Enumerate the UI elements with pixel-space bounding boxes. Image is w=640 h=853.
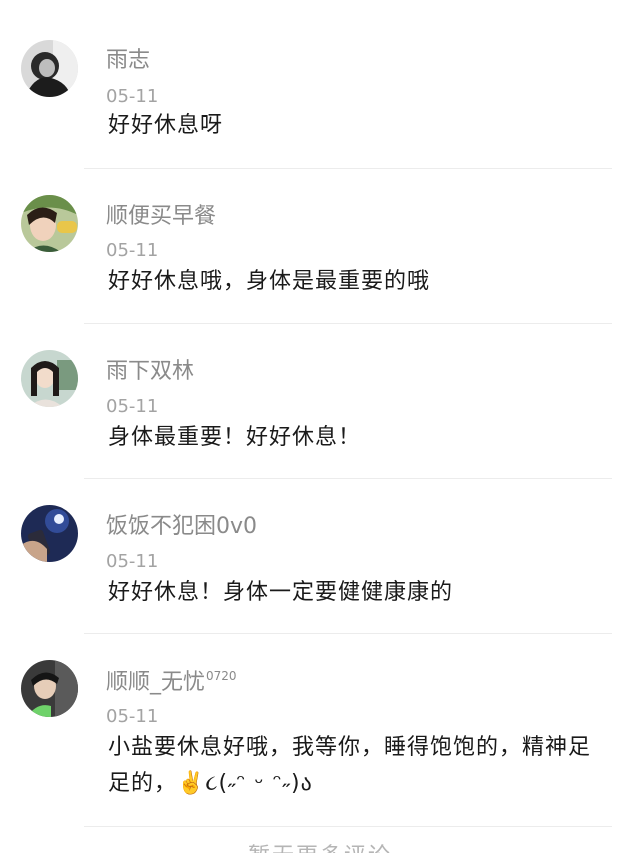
avatar[interactable] bbox=[21, 195, 78, 252]
comment-username[interactable]: 顺便买早餐 bbox=[106, 198, 216, 230]
comment-username[interactable]: 顺顺_无忧0720 bbox=[106, 664, 237, 696]
avatar-user-icon bbox=[21, 505, 78, 562]
username-badge: 0720 bbox=[206, 669, 237, 683]
comment-divider bbox=[84, 168, 612, 169]
comment-username[interactable]: 雨志 bbox=[106, 42, 150, 74]
comment-divider bbox=[84, 478, 612, 479]
comment-username[interactable]: 饭饭不犯困0v0 bbox=[106, 508, 257, 540]
comment-text: 好好休息哦，身体是最重要的哦 bbox=[108, 269, 431, 294]
comment-date: 05-11 bbox=[106, 86, 159, 107]
avatar-user-icon bbox=[21, 195, 78, 252]
comment-divider bbox=[84, 826, 612, 827]
comment-list-page: 雨志 05-11 好好休息呀 顺便买早餐 05-11 好好休息哦，身体是最重要的… bbox=[0, 0, 640, 853]
avatar-user-icon bbox=[21, 40, 78, 97]
comment-text: 好好休息！身体一定要健健康康的 bbox=[108, 580, 454, 605]
avatar-user-icon bbox=[21, 660, 78, 717]
comment-date: 05-11 bbox=[106, 396, 159, 417]
comment-date: 05-11 bbox=[106, 551, 159, 572]
comment-divider bbox=[84, 633, 612, 634]
avatar-user-icon bbox=[21, 350, 78, 407]
avatar[interactable] bbox=[21, 350, 78, 407]
comment-divider bbox=[84, 323, 612, 324]
comment-username[interactable]: 雨下双林 bbox=[106, 353, 194, 385]
comment-text: 小盐要休息好哦，我等你，睡得饱饱的，精神足足的，✌️૮(˶ᵔ ᵕ ᵔ˶)ა bbox=[108, 735, 592, 796]
comment-date: 05-11 bbox=[106, 706, 159, 727]
avatar[interactable] bbox=[21, 660, 78, 717]
avatar[interactable] bbox=[21, 40, 78, 97]
comment-text: 身体最重要！好好休息！ bbox=[108, 425, 362, 450]
comment-date: 05-11 bbox=[106, 240, 159, 261]
comment-username-text: 顺顺_无忧 bbox=[106, 670, 206, 695]
comment-text: 好好休息呀 bbox=[108, 113, 224, 138]
avatar[interactable] bbox=[21, 505, 78, 562]
no-more-comments-label: 暂无更多评论 bbox=[0, 838, 640, 853]
